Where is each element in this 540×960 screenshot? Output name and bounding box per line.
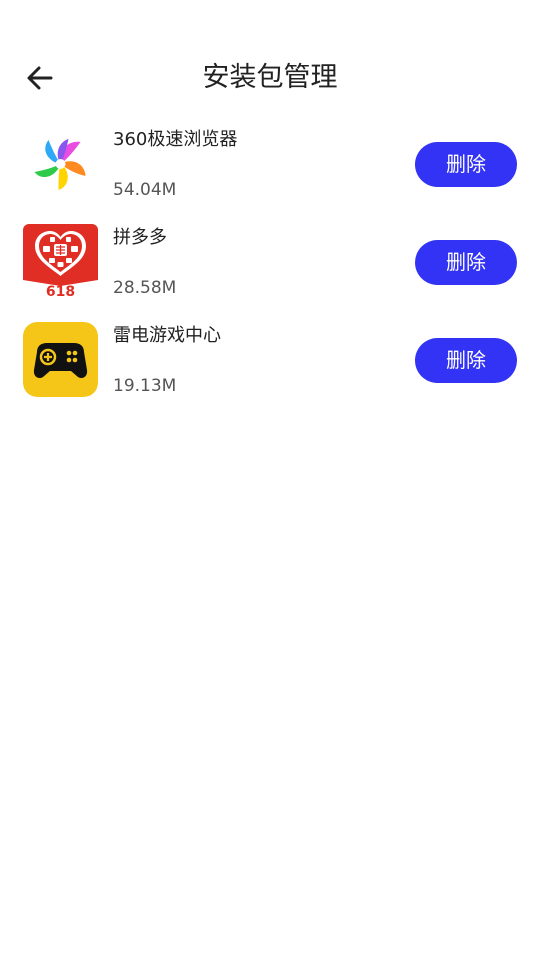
delete-button[interactable]: 删除 (415, 240, 517, 285)
app-name: 拼多多 (113, 227, 167, 248)
top-bar: 安装包管理 (0, 44, 540, 112)
page-title: 安装包管理 (202, 62, 338, 93)
app-badge: 618 (46, 284, 75, 299)
app-size: 28.58M (113, 278, 177, 298)
app-size: 54.04M (113, 180, 177, 200)
arrow-left-icon (27, 66, 53, 90)
app-name: 雷电游戏中心 (113, 325, 221, 346)
pinduoduo-icon: 618 (23, 224, 98, 299)
app-name: 360极速浏览器 (113, 129, 238, 150)
app-size: 19.13M (113, 376, 177, 396)
delete-button[interactable]: 删除 (415, 338, 517, 383)
list-item: 雷电游戏中心 19.13M 删除 (0, 316, 540, 414)
list-item: 618 拼多多 28.58M 删除 (0, 218, 540, 316)
gamepad-icon (23, 322, 98, 397)
package-list: 360极速浏览器 54.04M 删除 618 拼多多 28.58M 删除 雷电游… (0, 120, 540, 414)
delete-button[interactable]: 删除 (415, 142, 517, 187)
back-button[interactable] (20, 60, 60, 96)
list-item: 360极速浏览器 54.04M 删除 (0, 120, 540, 218)
browser-360-icon (23, 126, 98, 201)
